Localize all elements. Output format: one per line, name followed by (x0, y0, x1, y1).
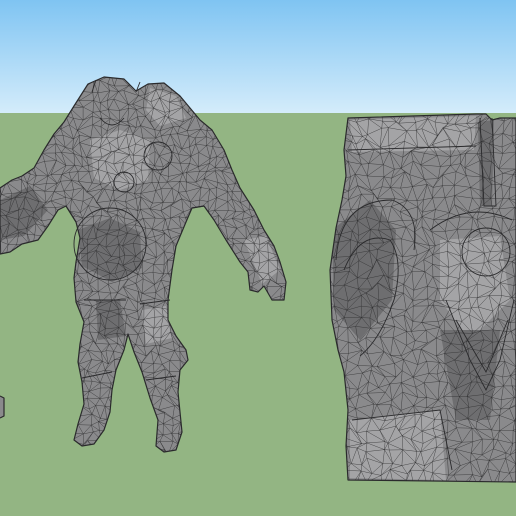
viewport-canvas[interactable]: .mesh-fill{fill:#8a8a8c;}.mesh-light{fil… (0, 0, 516, 516)
sky (0, 0, 516, 113)
offscreen-mesh-fragment (0, 395, 5, 419)
ram-relief-block-mesh[interactable] (322, 106, 516, 488)
3d-viewport[interactable]: .mesh-fill{fill:#8a8a8c;}.mesh-light{fil… (0, 0, 516, 516)
